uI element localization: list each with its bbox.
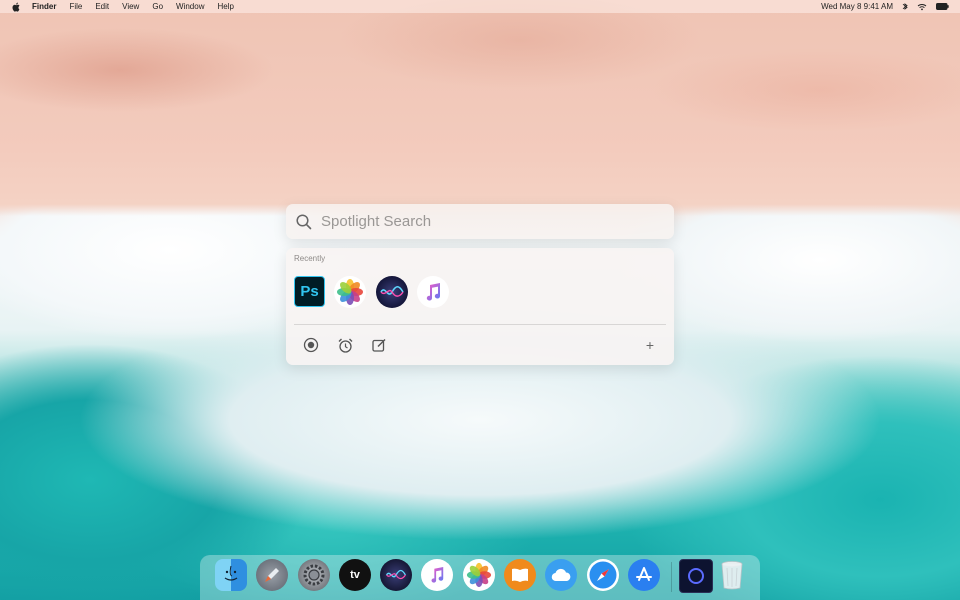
- menu-window[interactable]: Window: [176, 2, 204, 11]
- alarm-clock-icon[interactable]: [336, 336, 354, 354]
- system-preferences-icon[interactable]: [298, 559, 330, 591]
- recently-label: Recently: [294, 254, 326, 263]
- spotlight-results-panel: Recently Ps +: [286, 248, 674, 365]
- panel-divider: [294, 324, 666, 325]
- note-icon[interactable]: [370, 336, 388, 354]
- wifi-icon[interactable]: [917, 3, 927, 11]
- menu-file[interactable]: File: [69, 2, 82, 11]
- dock-separator: [671, 562, 672, 592]
- bluetooth-icon[interactable]: [902, 2, 908, 11]
- menu-bar: Finder File Edit View Go Window Help Wed…: [0, 0, 960, 13]
- spotlight-search-bar[interactable]: [286, 204, 674, 239]
- menu-help[interactable]: Help: [217, 2, 233, 11]
- photos-icon[interactable]: [334, 276, 366, 308]
- icloud-icon[interactable]: [545, 559, 577, 591]
- photoshop-icon[interactable]: Ps: [294, 276, 325, 307]
- add-button[interactable]: +: [642, 336, 658, 354]
- menu-edit[interactable]: Edit: [95, 2, 109, 11]
- menu-finder[interactable]: Finder: [32, 2, 56, 11]
- search-icon: [295, 213, 313, 231]
- apple-tv-label: tv: [350, 569, 360, 581]
- books-icon[interactable]: [504, 559, 536, 591]
- dark-app-icon[interactable]: [679, 559, 713, 593]
- apple-tv-icon[interactable]: tv: [339, 559, 371, 591]
- menubar-clock[interactable]: Wed May 8 9:41 AM: [821, 2, 893, 11]
- trash-icon[interactable]: [716, 559, 748, 591]
- record-icon[interactable]: [302, 336, 320, 354]
- music-icon[interactable]: [417, 276, 449, 308]
- music-dock-icon[interactable]: [421, 559, 453, 591]
- menu-go[interactable]: Go: [152, 2, 163, 11]
- siri-icon[interactable]: [376, 276, 408, 308]
- siri-dock-icon[interactable]: [380, 559, 412, 591]
- menu-view[interactable]: View: [122, 2, 139, 11]
- launchpad-icon[interactable]: [256, 559, 288, 591]
- safari-icon[interactable]: [587, 559, 619, 591]
- apple-menu-icon[interactable]: [11, 2, 20, 12]
- photoshop-label: Ps: [300, 283, 319, 300]
- app-store-icon[interactable]: [628, 559, 660, 591]
- battery-icon[interactable]: [936, 3, 949, 10]
- spotlight-search-input[interactable]: [319, 212, 653, 231]
- finder-icon[interactable]: [215, 559, 247, 591]
- photos-dock-icon[interactable]: [463, 559, 495, 591]
